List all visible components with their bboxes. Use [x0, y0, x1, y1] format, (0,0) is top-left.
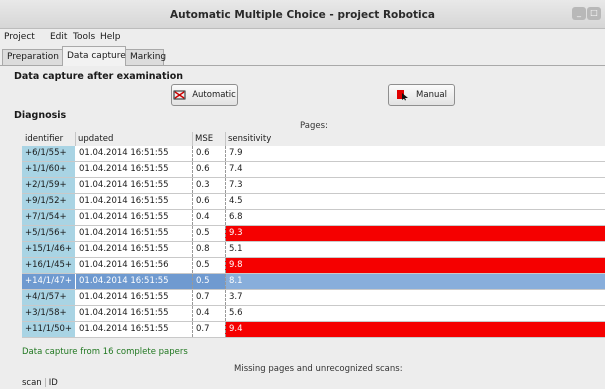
column-header-id[interactable]: ID: [49, 378, 58, 388]
automatic-button-label: Automatic: [192, 90, 236, 100]
updated-cell: 01.04.2014 16:51:56: [75, 258, 192, 273]
table-row[interactable]: +6/1/55+ 01.04.2014 16:51:55 0.6 7.9: [22, 146, 605, 162]
mse-cell: 0.4: [192, 210, 225, 225]
table-row[interactable]: +3/1/58+ 01.04.2014 16:51:55 0.4 5.6: [22, 306, 605, 322]
identifier-cell: +3/1/58+: [22, 306, 75, 321]
mse-cell: 0.5: [192, 274, 225, 289]
manual-button-label: Manual: [416, 90, 447, 100]
sensitivity-cell: 6.8: [225, 210, 605, 225]
identifier-cell: +9/1/52+: [22, 194, 75, 209]
pages-label: Pages:: [300, 121, 328, 131]
updated-cell: 01.04.2014 16:51:55: [75, 290, 192, 305]
mse-cell: 0.6: [192, 162, 225, 177]
sensitivity-cell: 4.5: [225, 194, 605, 209]
title-bar: Automatic Multiple Choice - project Robo…: [0, 0, 605, 29]
diagnosis-table: identifier updated MSE sensitivity +6/1/…: [22, 132, 605, 338]
diagnosis-section-title: Diagnosis: [14, 110, 67, 121]
updated-cell: 01.04.2014 16:51:55: [75, 162, 192, 177]
mse-cell: 0.6: [192, 194, 225, 209]
sensitivity-cell-warning: 9.8: [225, 258, 605, 273]
mse-cell: 0.3: [192, 178, 225, 193]
column-header-mse[interactable]: MSE: [195, 134, 213, 144]
identifier-cell: +4/1/57+: [22, 290, 75, 305]
column-divider[interactable]: [225, 132, 226, 146]
menu-edit[interactable]: Edit: [50, 32, 67, 42]
table-row[interactable]: +5/1/56+ 01.04.2014 16:51:55 0.5 9.3: [22, 226, 605, 242]
maximize-button[interactable]: □: [587, 7, 601, 20]
updated-cell: 01.04.2014 16:51:55: [75, 210, 192, 225]
mse-cell: 0.8: [192, 242, 225, 257]
table-row-selected[interactable]: +14/1/47+ 01.04.2014 16:51:55 0.5 8.1: [22, 274, 605, 290]
identifier-cell: +14/1/47+: [22, 274, 75, 289]
column-divider[interactable]: [75, 132, 76, 146]
table-row[interactable]: +15/1/46+ 01.04.2014 16:51:55 0.8 5.1: [22, 242, 605, 258]
sensitivity-cell: 8.1: [225, 274, 605, 289]
manual-button[interactable]: Manual: [388, 84, 455, 106]
sensitivity-cell-warning: 9.4: [225, 322, 605, 337]
table-row[interactable]: +16/1/45+ 01.04.2014 16:51:56 0.5 9.8: [22, 258, 605, 274]
mse-cell: 0.5: [192, 258, 225, 273]
identifier-cell: +6/1/55+: [22, 146, 75, 161]
sensitivity-cell: 7.3: [225, 178, 605, 193]
mse-cell: 0.5: [192, 226, 225, 241]
menu-bar: Project Edit Tools Help: [0, 30, 605, 45]
updated-cell: 01.04.2014 16:51:55: [75, 194, 192, 209]
column-divider[interactable]: [44, 378, 46, 387]
menu-help[interactable]: Help: [100, 32, 121, 42]
identifier-cell: +16/1/45+: [22, 258, 75, 273]
tab-preparation[interactable]: Preparation: [2, 49, 63, 65]
minimize-button[interactable]: _: [572, 7, 586, 20]
updated-cell: 01.04.2014 16:51:55: [75, 242, 192, 257]
sensitivity-cell: 7.9: [225, 146, 605, 161]
mse-cell: 0.4: [192, 306, 225, 321]
mse-cell: 0.6: [192, 146, 225, 161]
automatic-button[interactable]: Automatic: [171, 84, 238, 106]
updated-cell: 01.04.2014 16:51:55: [75, 322, 192, 337]
menu-project[interactable]: Project: [4, 32, 35, 42]
sensitivity-cell: 3.7: [225, 290, 605, 305]
column-header-updated[interactable]: updated: [78, 134, 113, 144]
identifier-cell: +5/1/56+: [22, 226, 75, 241]
updated-cell: 01.04.2014 16:51:55: [75, 146, 192, 161]
identifier-cell: +11/1/50+: [22, 322, 75, 337]
window-title: Automatic Multiple Choice - project Robo…: [170, 9, 435, 21]
table-row[interactable]: +9/1/52+ 01.04.2014 16:51:55 0.6 4.5: [22, 194, 605, 210]
updated-cell: 01.04.2014 16:51:55: [75, 274, 192, 289]
column-divider[interactable]: [192, 132, 193, 146]
identifier-cell: +7/1/54+: [22, 210, 75, 225]
sensitivity-cell: 5.1: [225, 242, 605, 257]
table-header: identifier updated MSE sensitivity: [22, 132, 605, 146]
capture-status-text: Data capture from 16 complete papers: [22, 347, 188, 357]
menu-tools[interactable]: Tools: [73, 32, 95, 42]
missing-pages-label: Missing pages and unrecognized scans:: [234, 364, 403, 374]
updated-cell: 01.04.2014 16:51:55: [75, 226, 192, 241]
identifier-cell: +1/1/60+: [22, 162, 75, 177]
pointer-icon: [397, 90, 409, 101]
column-header-identifier[interactable]: identifier: [25, 134, 63, 144]
tab-data-capture[interactable]: Data capture: [62, 46, 126, 66]
sensitivity-cell: 7.4: [225, 162, 605, 177]
table-body: +6/1/55+ 01.04.2014 16:51:55 0.6 7.9 +1/1/6…: [22, 146, 605, 338]
table-row[interactable]: +7/1/54+ 01.04.2014 16:51:55 0.4 6.8: [22, 210, 605, 226]
mse-cell: 0.7: [192, 322, 225, 337]
sensitivity-cell: 5.6: [225, 306, 605, 321]
table-row[interactable]: +2/1/59+ 01.04.2014 16:51:55 0.3 7.3: [22, 178, 605, 194]
column-header-sensitivity[interactable]: sensitivity: [228, 134, 271, 144]
table-row[interactable]: +4/1/57+ 01.04.2014 16:51:55 0.7 3.7: [22, 290, 605, 306]
scanner-icon: [173, 90, 186, 100]
missing-table-header: scan ID: [22, 378, 58, 388]
sensitivity-cell-warning: 9.3: [225, 226, 605, 241]
updated-cell: 01.04.2014 16:51:55: [75, 178, 192, 193]
table-row[interactable]: +1/1/60+ 01.04.2014 16:51:55 0.6 7.4: [22, 162, 605, 178]
column-header-scan[interactable]: scan: [22, 378, 42, 388]
table-row[interactable]: +11/1/50+ 01.04.2014 16:51:55 0.7 9.4: [22, 322, 605, 338]
identifier-cell: +2/1/59+: [22, 178, 75, 193]
identifier-cell: +15/1/46+: [22, 242, 75, 257]
mse-cell: 0.7: [192, 290, 225, 305]
updated-cell: 01.04.2014 16:51:55: [75, 306, 192, 321]
capture-section-title: Data capture after examination: [14, 71, 184, 82]
tab-marking[interactable]: Marking: [125, 49, 166, 65]
